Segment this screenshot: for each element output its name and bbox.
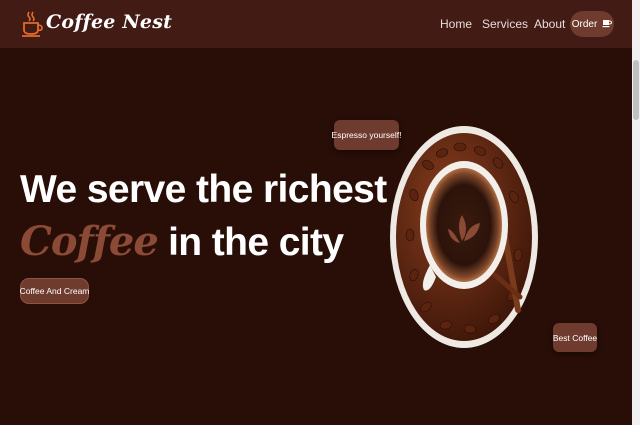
coffee-cup-image	[390, 125, 540, 355]
hero-accent-word: Coffee	[20, 218, 159, 265]
hero-title-line2: Coffee in the city	[20, 218, 344, 265]
nav-link-services[interactable]: Services	[482, 17, 528, 31]
hero-title-line1: We serve the richest	[20, 168, 387, 211]
scrollbar-thumb[interactable]	[633, 60, 639, 120]
brand-name[interactable]: Coffee Nest	[46, 11, 172, 33]
nav-link-home[interactable]: Home	[440, 17, 472, 31]
hero-title-line2-rest: in the city	[157, 221, 344, 264]
nav-link-about[interactable]: About	[534, 17, 565, 31]
best-coffee-tag: Best Coffee	[553, 323, 597, 352]
coffee-cup-icon[interactable]	[21, 10, 43, 43]
espresso-tag: Espresso yourself!	[332, 120, 401, 150]
coffee-and-cream-button[interactable]: Coffee And Cream	[20, 278, 89, 304]
order-button[interactable]: Order	[570, 11, 614, 37]
coffee-cup-icon	[602, 18, 613, 31]
navbar: Coffee Nest Home Services About Order	[0, 0, 632, 48]
order-button-label: Order	[571, 18, 598, 30]
